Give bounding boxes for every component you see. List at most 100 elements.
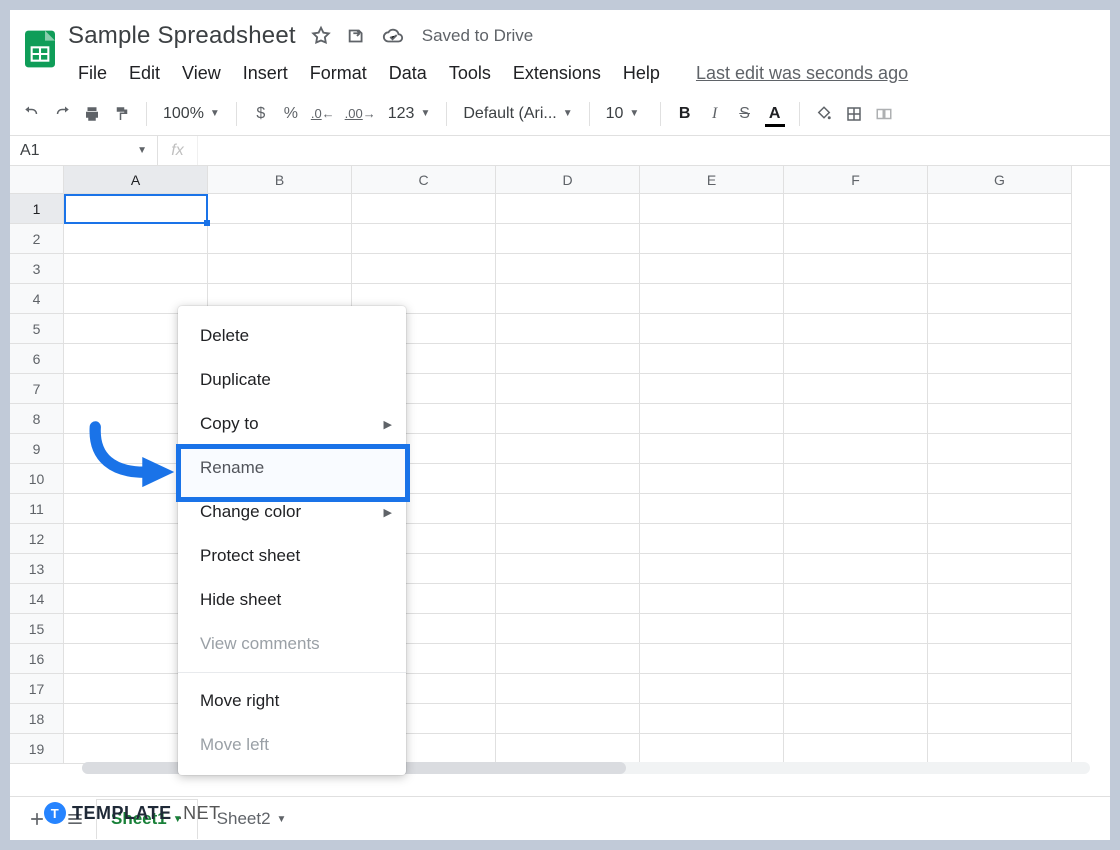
all-sheets-button[interactable] (58, 802, 92, 836)
move-icon[interactable] (346, 25, 368, 47)
row-header[interactable]: 2 (10, 224, 64, 254)
cell[interactable] (496, 554, 640, 584)
cell[interactable] (784, 284, 928, 314)
cell[interactable] (496, 344, 640, 374)
cell[interactable] (496, 614, 640, 644)
cell[interactable] (640, 224, 784, 254)
cell[interactable] (928, 434, 1072, 464)
menu-extensions[interactable]: Extensions (503, 59, 611, 88)
cell[interactable] (640, 614, 784, 644)
row-header[interactable]: 17 (10, 674, 64, 704)
doc-title[interactable]: Sample Spreadsheet (68, 22, 296, 50)
cell[interactable] (640, 674, 784, 704)
paint-format-button[interactable] (108, 99, 136, 129)
cell[interactable] (640, 434, 784, 464)
col-header[interactable]: G (928, 166, 1072, 194)
sheet-tab-2[interactable]: Sheet2 ▼ (202, 799, 302, 839)
cell[interactable] (496, 374, 640, 404)
cell[interactable] (928, 584, 1072, 614)
zoom-select[interactable]: 100%▼ (157, 105, 226, 123)
cell[interactable] (496, 404, 640, 434)
number-format-select[interactable]: 123▼ (382, 105, 437, 123)
menu-data[interactable]: Data (379, 59, 437, 88)
undo-button[interactable] (18, 99, 46, 129)
cell[interactable] (496, 434, 640, 464)
menu-insert[interactable]: Insert (233, 59, 298, 88)
cell[interactable] (928, 524, 1072, 554)
cell[interactable] (784, 254, 928, 284)
currency-button[interactable]: $ (247, 99, 275, 129)
context-menu-item[interactable]: Copy to▶ (178, 402, 406, 446)
row-header[interactable]: 10 (10, 464, 64, 494)
cell[interactable] (928, 734, 1072, 764)
row-header[interactable]: 5 (10, 314, 64, 344)
cell[interactable] (928, 314, 1072, 344)
name-box[interactable]: A1 ▼ (10, 136, 158, 165)
col-header[interactable]: D (496, 166, 640, 194)
cell[interactable] (784, 224, 928, 254)
row-header[interactable]: 11 (10, 494, 64, 524)
context-menu-item[interactable]: Duplicate (178, 358, 406, 402)
cell[interactable] (640, 464, 784, 494)
row-header[interactable]: 8 (10, 404, 64, 434)
context-menu-item[interactable]: Protect sheet (178, 534, 406, 578)
cell[interactable] (640, 344, 784, 374)
cell[interactable] (928, 554, 1072, 584)
cell[interactable] (928, 464, 1072, 494)
cell[interactable] (928, 344, 1072, 374)
cell[interactable] (784, 554, 928, 584)
cell[interactable] (784, 434, 928, 464)
row-header[interactable]: 16 (10, 644, 64, 674)
cell[interactable] (640, 734, 784, 764)
merge-button[interactable] (870, 99, 898, 129)
cell[interactable] (784, 404, 928, 434)
chevron-down-icon[interactable]: ▼ (173, 814, 183, 825)
cell[interactable] (640, 374, 784, 404)
cell[interactable] (640, 194, 784, 224)
cell[interactable] (784, 584, 928, 614)
cell[interactable] (784, 524, 928, 554)
menu-format[interactable]: Format (300, 59, 377, 88)
cell[interactable] (928, 194, 1072, 224)
cell[interactable] (496, 674, 640, 704)
cell[interactable] (784, 734, 928, 764)
cell[interactable] (496, 644, 640, 674)
cell[interactable] (928, 494, 1072, 524)
row-header[interactable]: 15 (10, 614, 64, 644)
row-header[interactable]: 9 (10, 434, 64, 464)
print-button[interactable] (78, 99, 106, 129)
cell[interactable] (784, 464, 928, 494)
bold-button[interactable]: B (671, 99, 699, 129)
font-family-select[interactable]: Default (Ari...▼ (457, 105, 578, 123)
row-header[interactable]: 12 (10, 524, 64, 554)
cell[interactable] (64, 224, 208, 254)
cell[interactable] (928, 704, 1072, 734)
cell[interactable] (784, 494, 928, 524)
sheet-tab-1[interactable]: Sheet1 ▼ (96, 799, 198, 839)
formula-input[interactable] (198, 136, 1110, 165)
cell[interactable] (640, 704, 784, 734)
cell[interactable] (784, 194, 928, 224)
context-menu-item[interactable]: Rename (178, 446, 406, 490)
cell[interactable] (928, 284, 1072, 314)
cell[interactable] (208, 194, 352, 224)
context-menu-item[interactable]: Hide sheet (178, 578, 406, 622)
italic-button[interactable]: I (701, 99, 729, 129)
menu-edit[interactable]: Edit (119, 59, 170, 88)
increase-decimal-button[interactable]: .00→ (341, 99, 380, 129)
add-sheet-button[interactable] (20, 802, 54, 836)
cell[interactable] (496, 584, 640, 614)
fill-color-button[interactable] (810, 99, 838, 129)
row-header[interactable]: 13 (10, 554, 64, 584)
col-header[interactable]: A (64, 166, 208, 194)
spreadsheet-grid[interactable]: A B C D E F G 12345678910111213141516171… (10, 166, 1110, 780)
context-menu-item[interactable]: Delete (178, 314, 406, 358)
row-header[interactable]: 14 (10, 584, 64, 614)
cloud-icon[interactable] (382, 25, 404, 47)
redo-button[interactable] (48, 99, 76, 129)
context-menu-item[interactable]: Change color▶ (178, 490, 406, 534)
context-menu-item[interactable]: Move right (178, 679, 406, 723)
borders-button[interactable] (840, 99, 868, 129)
cell[interactable] (352, 254, 496, 284)
cell[interactable] (496, 494, 640, 524)
